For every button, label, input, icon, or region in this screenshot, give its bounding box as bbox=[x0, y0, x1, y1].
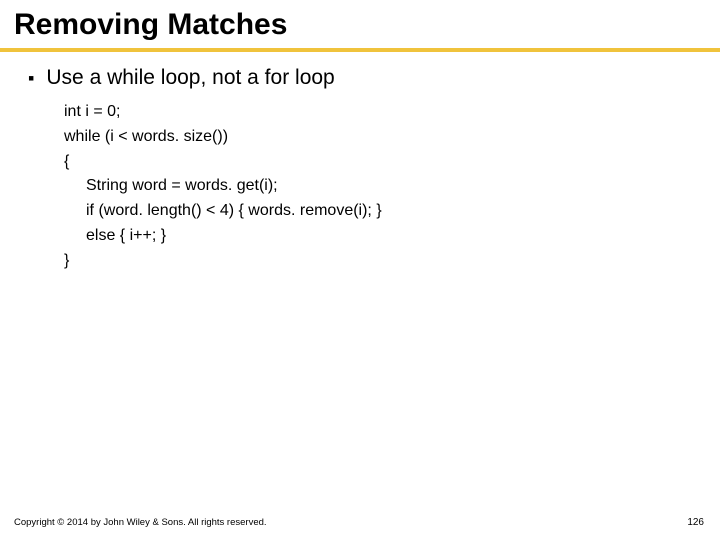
copyright-footer: Copyright © 2014 by John Wiley & Sons. A… bbox=[14, 517, 267, 528]
code-line: int i = 0; bbox=[64, 103, 120, 120]
title-underline bbox=[0, 48, 720, 52]
code-line: } bbox=[64, 252, 69, 269]
slide: Removing Matches ▪ Use a while loop, not… bbox=[0, 0, 720, 540]
code-line: if (word. length() < 4) { words. remove(… bbox=[64, 199, 700, 224]
code-line: else { i++; } bbox=[64, 224, 700, 249]
code-line: String word = words. get(i); bbox=[64, 174, 700, 199]
slide-title: Removing Matches bbox=[0, 0, 720, 48]
bullet-square-icon: ▪ bbox=[28, 69, 34, 87]
code-line: { bbox=[64, 153, 69, 170]
code-line: while (i < words. size()) bbox=[64, 128, 228, 145]
slide-body: ▪ Use a while loop, not a for loop int i… bbox=[0, 66, 720, 274]
bullet-item: ▪ Use a while loop, not a for loop bbox=[28, 66, 700, 90]
code-block: int i = 0; while (i < words. size()) { S… bbox=[64, 100, 700, 274]
page-number: 126 bbox=[687, 517, 704, 528]
bullet-text: Use a while loop, not a for loop bbox=[46, 66, 334, 90]
